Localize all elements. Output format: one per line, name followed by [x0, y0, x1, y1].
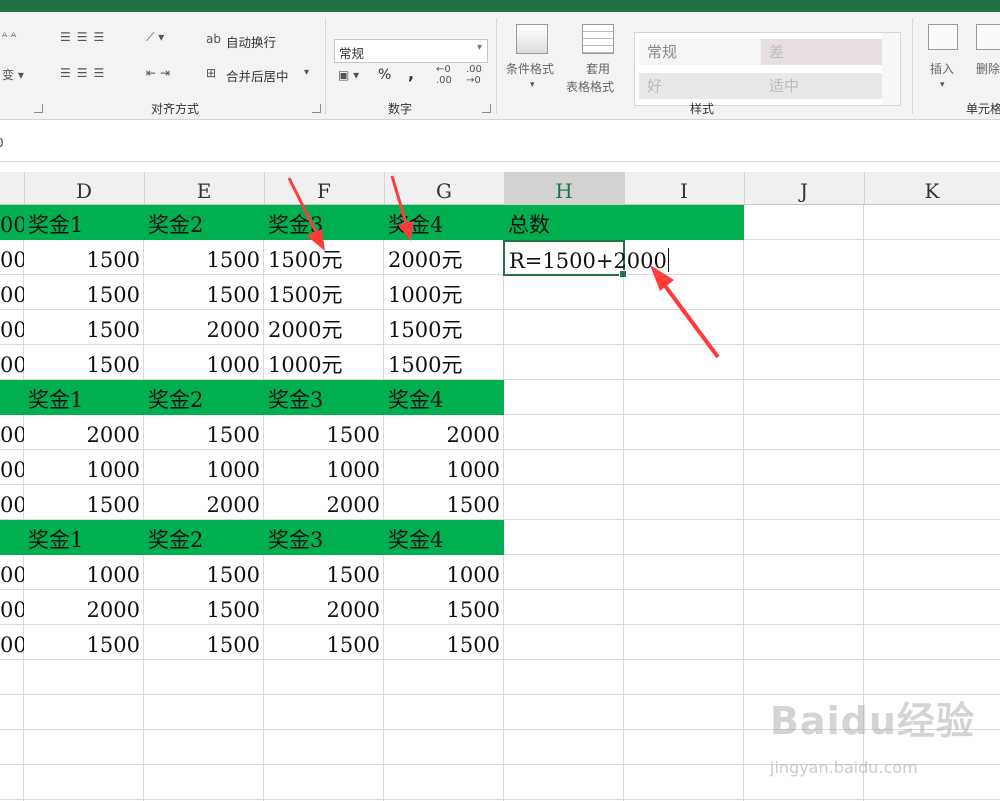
baidu-watermark-logo: Baidu经验 — [770, 699, 975, 743]
arrow-to-f2 — [287, 177, 325, 251]
arrow-shaft — [390, 175, 408, 224]
arrow-head — [650, 265, 674, 291]
arrow-shaft — [661, 281, 720, 359]
arrow-to-h2 — [650, 265, 720, 359]
arrow-head — [307, 229, 325, 251]
annotation-arrows — [287, 175, 720, 359]
arrow-to-g2 — [390, 175, 414, 241]
arrow-shaft — [287, 177, 319, 235]
baidu-watermark-url: jingyan.baidu.com — [770, 758, 918, 777]
arrow-head — [398, 221, 414, 241]
